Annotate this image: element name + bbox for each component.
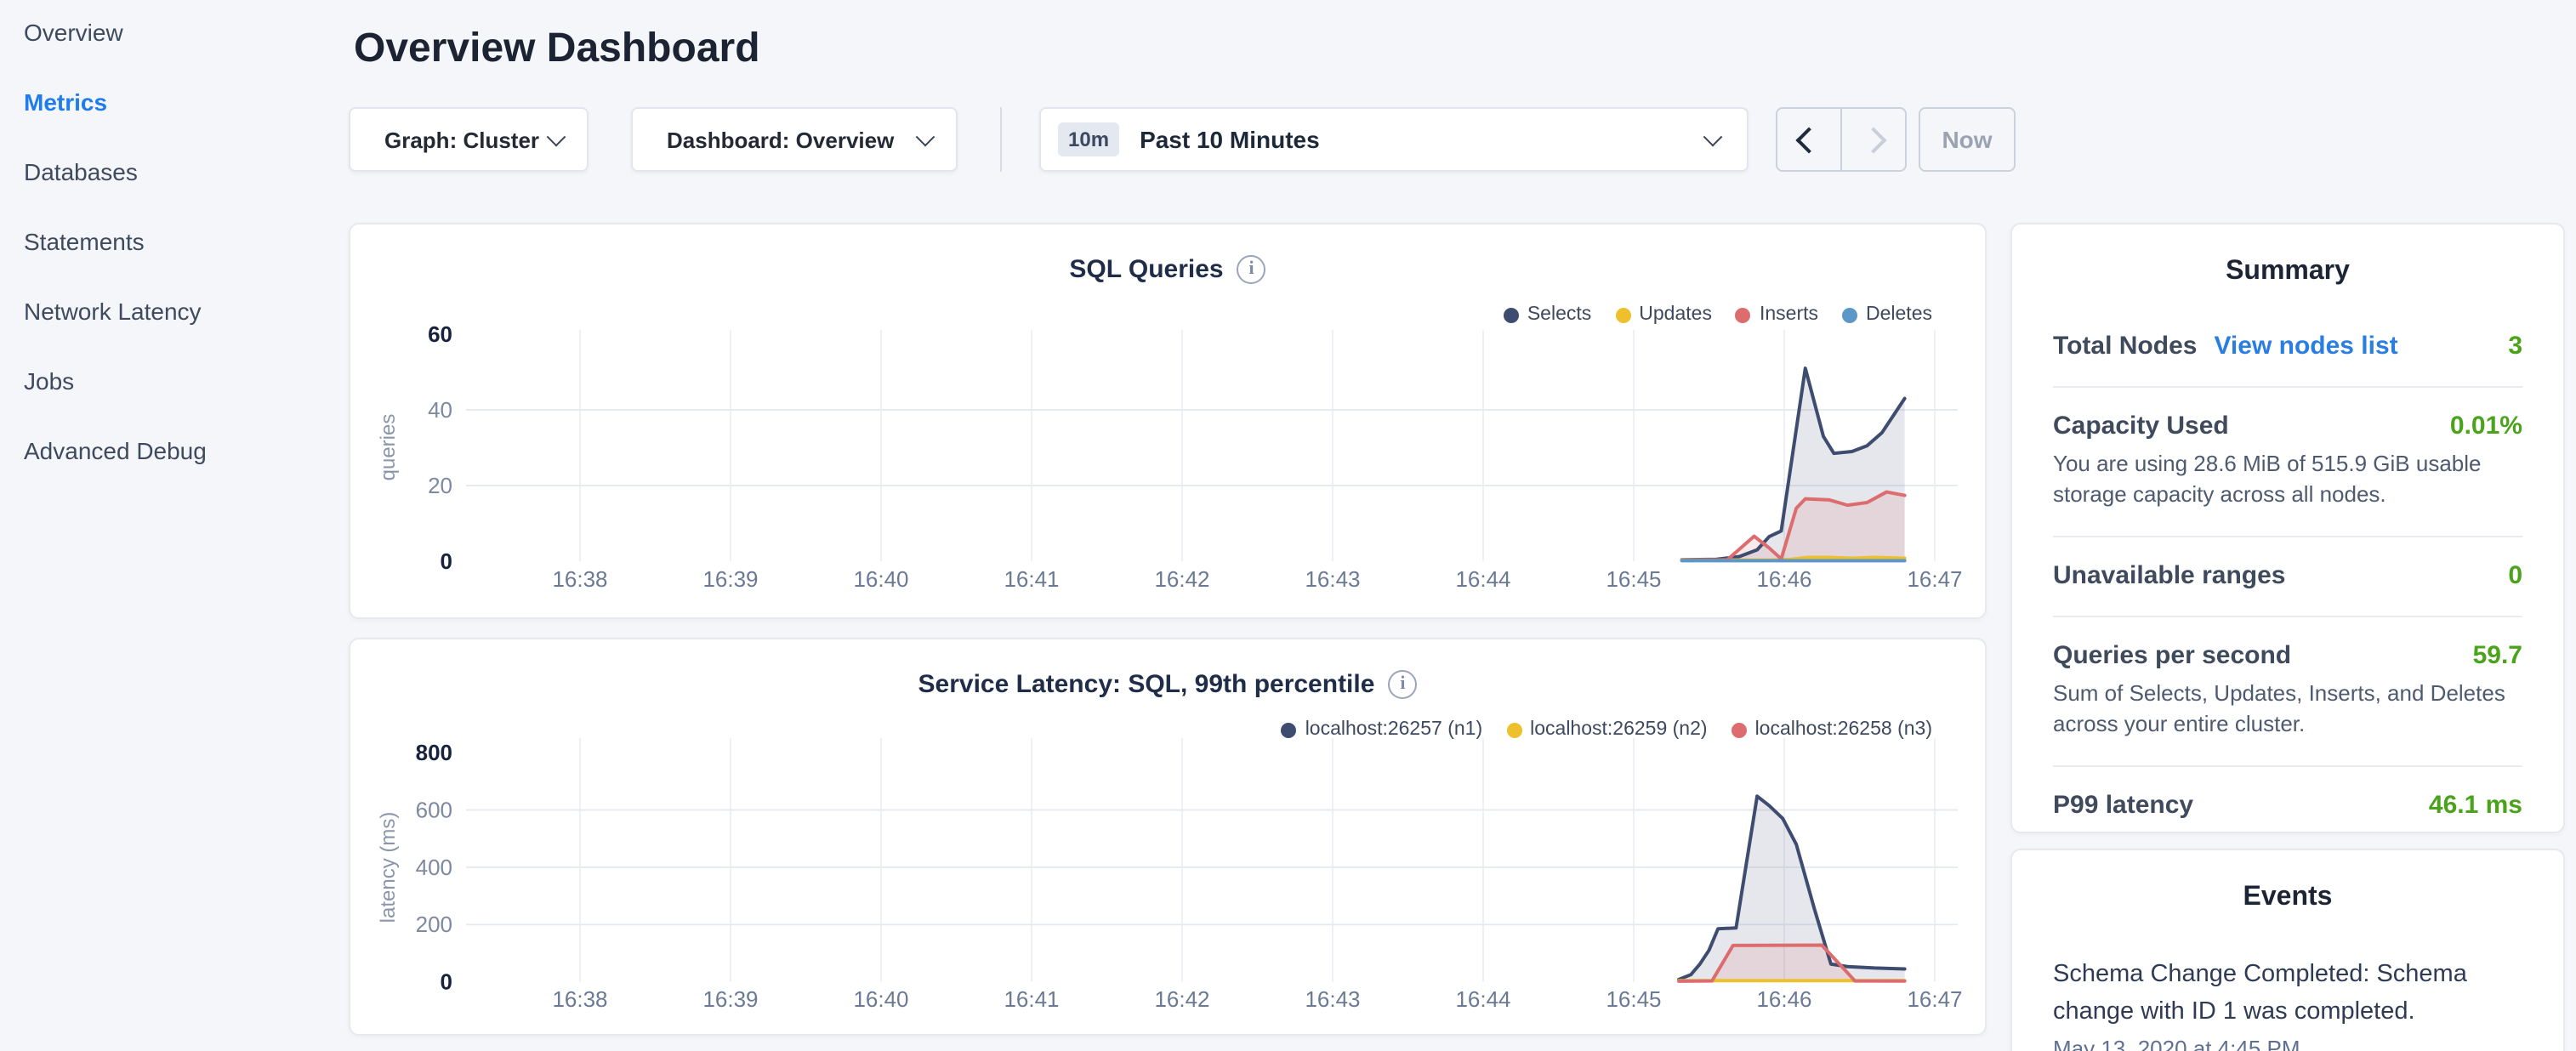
grid: 16:38 16:39 16:40 16:41 16:42 16:43 16:44 16:45… (428, 321, 1962, 592)
summary-row-label: Unavailable ranges (2053, 561, 2285, 590)
svg-text:400: 400 (416, 855, 452, 880)
summary-rows: Total Nodes View nodes list 3 Capacity Used… (2053, 291, 2522, 845)
summary-row-value: 3 (2508, 332, 2522, 361)
svg-text:16:38: 16:38 (552, 566, 607, 592)
svg-text:0: 0 (441, 548, 452, 574)
summary-title: Summary (2053, 224, 2522, 291)
view-nodes-list-link[interactable]: View nodes list (2214, 332, 2397, 361)
svg-text:16:40: 16:40 (853, 566, 908, 592)
dashboard-dropdown-label: Dashboard: Overview (667, 127, 894, 152)
summary-row: Queries per second 59.7 Sum of Selects, Up… (2053, 616, 2522, 765)
sidebar: Overview Metrics Databases Statements Networ… (0, 0, 323, 1051)
events-panel: Events Schema Change Completed: Schema c… (2010, 849, 2565, 1051)
now-button[interactable]: Now (1919, 107, 2016, 172)
time-range-label: Past 10 Minutes (1140, 126, 1320, 153)
summary-row-label: Total Nodes (2053, 332, 2197, 361)
sidebar-item-metrics[interactable]: Metrics (24, 88, 323, 116)
svg-text:16:42: 16:42 (1154, 986, 1209, 1012)
graph-dropdown-label: Graph: Cluster (384, 127, 539, 152)
sidebar-item-network-latency[interactable]: Network Latency (24, 298, 323, 325)
sql-queries-chart-plot[interactable]: 16:38 16:39 16:40 16:41 16:42 16:43 16:44 16:45… (350, 224, 1988, 621)
events-title: Events (2053, 850, 2522, 917)
event-item[interactable]: Schema Change Completed: Schema change w… (2053, 956, 2522, 1051)
svg-text:16:42: 16:42 (1154, 566, 1209, 592)
svg-text:0: 0 (441, 969, 452, 995)
summary-panel: Summary Total Nodes View nodes list 3 Capac… (2010, 223, 2565, 833)
sidebar-item-databases[interactable]: Databases (24, 158, 323, 185)
chevron-left-icon (1795, 126, 1822, 152)
svg-text:16:45: 16:45 (1606, 566, 1661, 592)
previous-time-window-button[interactable] (1777, 109, 1840, 170)
chevron-down-icon (547, 128, 566, 147)
summary-row: Total Nodes View nodes list 3 (2053, 291, 2522, 386)
svg-text:16:43: 16:43 (1305, 986, 1360, 1012)
controls-divider (1000, 107, 1002, 172)
svg-text:800: 800 (416, 740, 452, 765)
svg-text:16:45: 16:45 (1606, 986, 1661, 1012)
page-title: Overview Dashboard (354, 24, 760, 73)
svg-text:16:43: 16:43 (1305, 566, 1360, 592)
summary-row-description: You are using 28.6 MiB of 515.9 GiB usab… (2053, 449, 2522, 510)
chevron-down-icon (1703, 128, 1723, 147)
event-timestamp: May 13, 2020 at 4:45 PM (2053, 1036, 2522, 1051)
svg-text:16:38: 16:38 (552, 986, 607, 1012)
chevron-right-icon (1860, 126, 1886, 152)
svg-text:16:46: 16:46 (1756, 566, 1811, 592)
svg-text:200: 200 (416, 912, 452, 937)
chevron-down-icon (916, 128, 935, 147)
viewport: Overview Metrics Databases Statements Networ… (0, 0, 2576, 1051)
svg-text:16:46: 16:46 (1756, 986, 1811, 1012)
summary-row: Unavailable ranges 0 (2053, 536, 2522, 616)
sidebar-item-overview[interactable]: Overview (24, 19, 323, 46)
summary-row-description: Sum of Selects, Updates, Inserts, and De… (2053, 679, 2522, 740)
summary-row-label: Queries per second (2053, 641, 2291, 670)
service-latency-chart-plot[interactable]: 16:38 16:39 16:40 16:41 16:42 16:43 16:44 16:45… (350, 639, 1988, 1037)
svg-text:60: 60 (428, 321, 452, 347)
graph-dropdown[interactable]: Graph: Cluster (349, 107, 589, 172)
svg-text:16:39: 16:39 (702, 986, 758, 1012)
sidebar-item-jobs[interactable]: Jobs (24, 367, 323, 395)
sql-queries-chart-card: SQL Queries SelectsUpdatesInsertsDeletes… (349, 223, 1987, 619)
summary-row-value: 46.1 ms (2429, 791, 2522, 820)
summary-row: Capacity Used 0.01% You are using 28.6 MiB… (2053, 386, 2522, 536)
summary-row-label: P99 latency (2053, 791, 2193, 820)
svg-text:16:44: 16:44 (1455, 986, 1510, 1012)
y-axis-title: queries (377, 414, 400, 481)
dashboard-dropdown[interactable]: Dashboard: Overview (631, 107, 958, 172)
summary-row-label: Capacity Used (2053, 412, 2229, 440)
summary-row-value: 59.7 (2473, 641, 2522, 670)
sidebar-item-advanced-debug[interactable]: Advanced Debug (24, 437, 323, 464)
svg-text:16:40: 16:40 (853, 986, 908, 1012)
svg-text:16:41: 16:41 (1004, 566, 1059, 592)
summary-row-value: 0.01% (2450, 412, 2522, 440)
summary-row: P99 latency 46.1 ms (2053, 765, 2522, 845)
svg-text:16:39: 16:39 (702, 566, 758, 592)
time-range-badge: 10m (1058, 122, 1119, 156)
svg-text:16:41: 16:41 (1004, 986, 1059, 1012)
sidebar-item-statements[interactable]: Statements (24, 228, 323, 255)
service-latency-chart-card: Service Latency: SQL, 99th percentile lo… (349, 638, 1987, 1036)
event-list: Schema Change Completed: Schema change w… (2053, 956, 2522, 1051)
next-time-window-button[interactable] (1840, 109, 1905, 170)
svg-text:16:44: 16:44 (1455, 566, 1510, 592)
svg-text:16:47: 16:47 (1907, 986, 1962, 1012)
svg-text:16:47: 16:47 (1907, 566, 1962, 592)
y-axis-title: latency (ms) (377, 812, 400, 923)
page: Overview Metrics Databases Statements Networ… (0, 0, 2576, 1051)
svg-text:20: 20 (428, 473, 452, 498)
time-range-selector[interactable]: 10m Past 10 Minutes (1039, 107, 1749, 172)
summary-row-value: 0 (2508, 561, 2522, 590)
svg-text:600: 600 (416, 797, 452, 822)
svg-text:40: 40 (428, 397, 452, 423)
time-step-buttons (1776, 107, 1907, 172)
event-text: Schema Change Completed: Schema change w… (2053, 956, 2522, 1031)
